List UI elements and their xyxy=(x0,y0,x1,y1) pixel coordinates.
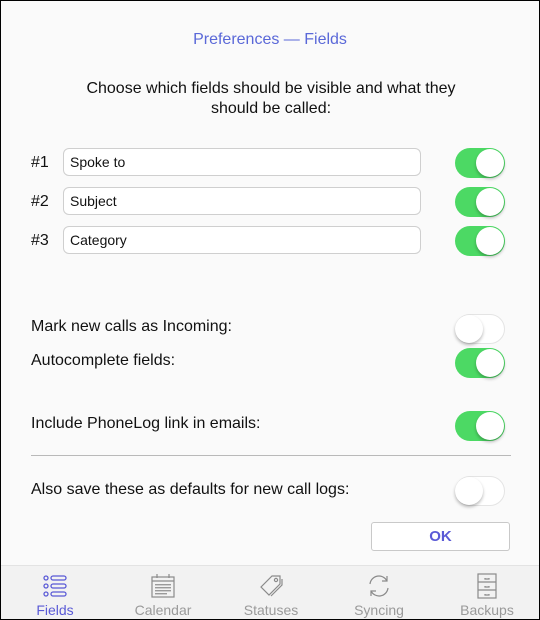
field-number: #1 xyxy=(31,154,49,171)
field-number: #2 xyxy=(31,193,49,210)
save-defaults-label: Also save these as defaults for new call… xyxy=(31,481,350,498)
save-defaults-toggle[interactable] xyxy=(455,476,505,506)
list-icon xyxy=(43,575,67,597)
intro-text: Choose which fields should be visible an… xyxy=(86,80,456,117)
tab-label: Backups xyxy=(460,602,514,618)
field-1-name-input[interactable] xyxy=(63,148,421,176)
include-link-label: Include PhoneLog link in emails: xyxy=(31,415,261,432)
preferences-window: Preferences — Fields Choose which fields… xyxy=(0,0,540,620)
tab-label: Statuses xyxy=(243,602,299,618)
field-row-3: #3 xyxy=(1,226,539,256)
tab-backups[interactable]: Backups xyxy=(433,566,539,619)
field-row-1: #1 xyxy=(1,148,539,178)
toggle-knob xyxy=(476,412,504,440)
toggle-knob xyxy=(476,227,504,255)
autocomplete-toggle[interactable] xyxy=(455,348,505,378)
tab-label: Fields xyxy=(36,602,74,618)
toggle-knob xyxy=(455,314,483,343)
tab-bar: Fields Calendar Statuses Syncing Backups xyxy=(1,565,539,619)
tag-icon xyxy=(260,575,283,597)
divider xyxy=(31,455,511,456)
tab-calendar[interactable]: Calendar xyxy=(109,566,217,619)
field-number: #3 xyxy=(31,232,49,249)
toggle-knob xyxy=(455,476,483,505)
field-3-name-input[interactable] xyxy=(63,226,421,254)
field-row-2: #2 xyxy=(1,187,539,217)
field-1-visible-toggle[interactable] xyxy=(455,148,505,178)
calendar-icon xyxy=(151,574,175,598)
field-3-visible-toggle[interactable] xyxy=(455,226,505,256)
drawers-icon xyxy=(477,573,497,599)
tab-fields[interactable]: Fields xyxy=(1,566,109,619)
tab-syncing[interactable]: Syncing xyxy=(325,566,433,619)
sync-icon xyxy=(369,575,389,597)
mark-incoming-label: Mark new calls as Incoming: xyxy=(31,318,232,335)
page-title: Preferences — Fields xyxy=(193,31,347,48)
autocomplete-label: Autocomplete fields: xyxy=(31,352,176,369)
field-2-visible-toggle[interactable] xyxy=(455,187,505,217)
tab-label: Calendar xyxy=(134,602,192,618)
ok-button[interactable]: OK xyxy=(371,522,510,551)
tab-statuses[interactable]: Statuses xyxy=(217,566,325,619)
include-link-toggle[interactable] xyxy=(455,411,505,441)
toggle-knob xyxy=(476,188,504,216)
toggle-knob xyxy=(476,149,504,177)
toggle-knob xyxy=(476,349,504,377)
tab-label: Syncing xyxy=(354,602,404,618)
field-2-name-input[interactable] xyxy=(63,187,421,215)
mark-incoming-toggle[interactable] xyxy=(455,314,505,344)
